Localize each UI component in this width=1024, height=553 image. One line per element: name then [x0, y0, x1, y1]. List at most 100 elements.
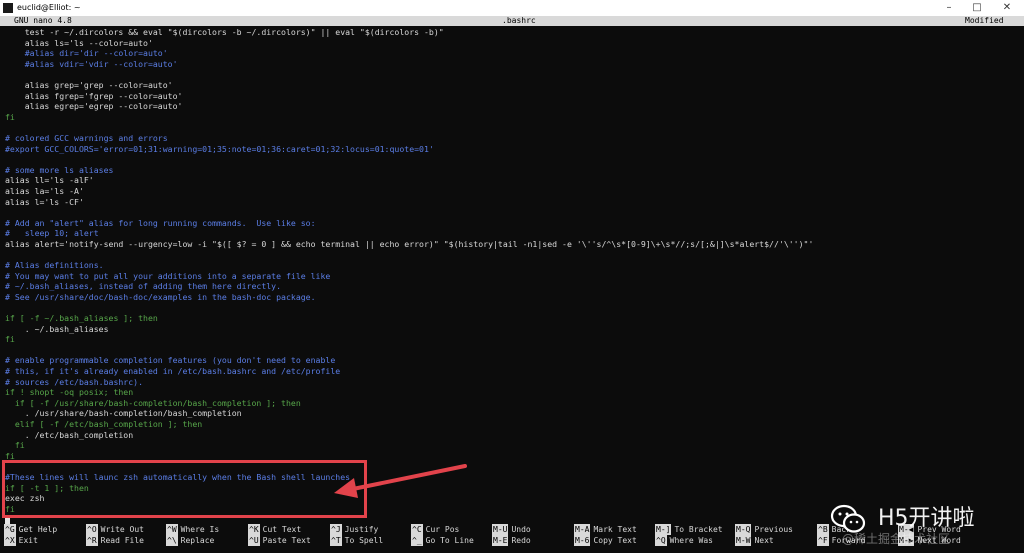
shortcut-item[interactable]: ^G Get Help ^X Exit [4, 524, 57, 546]
shortcut-key: ^K [248, 524, 260, 535]
shortcut-label: Cur Pos [425, 525, 460, 534]
shortcut-label: Copy Text [593, 536, 637, 545]
shortcut-label: Cut Text [262, 525, 302, 534]
code-line: if [ -f ~/.bash_aliases ]; then [5, 313, 158, 324]
editor-text-area[interactable]: test -r ~/.dircolors && eval "$(dircolor… [5, 27, 1020, 525]
code-line: # You may want to put all your additions… [5, 270, 331, 281]
shortcut-label: To Spell [344, 536, 384, 545]
shortcut-key: M-W [735, 535, 752, 546]
window-titlebar[interactable]: euclid@Elliot: ~ – □ ✕ [0, 0, 1024, 16]
code-line: alias alert='notify-send --urgency=low -… [5, 238, 814, 249]
code-line: . ~/.bash_aliases [5, 323, 109, 334]
shortcut-key: ^C [411, 524, 423, 535]
watermark-brand: H5开讲啦 [878, 506, 975, 531]
shortcut-label: To Bracket [674, 525, 723, 534]
shortcut-item[interactable]: ^K Cut Text ^U Paste Text [248, 524, 311, 546]
annotation-highlight-box [2, 460, 367, 518]
shortcut-key: M-A [574, 524, 591, 535]
shortcut-item[interactable]: M-] To Bracket ^Q Where Was [655, 524, 723, 546]
shortcut-key: ^X [4, 535, 16, 546]
nano-header: GNU nano 4.8 .bashrc Modified [0, 16, 1024, 26]
shortcut-key: ^B [817, 524, 829, 535]
shortcut-key: ^G [4, 524, 16, 535]
code-line: # colored GCC warnings and errors [5, 132, 168, 143]
close-icon[interactable]: ✕ [992, 0, 1022, 16]
shortcut-item[interactable]: ^C Cur Pos ^_ Go To Line [411, 524, 474, 546]
shortcut-label: Paste Text [262, 536, 311, 545]
code-line: # sources /etc/bash.bashrc). [5, 376, 144, 387]
shortcut-label: Go To Line [425, 536, 474, 545]
code-line: # some more ls aliases [5, 164, 114, 175]
minimize-icon[interactable]: – [934, 0, 964, 16]
shortcut-key: M-U [492, 524, 509, 535]
code-line: if ! shopt -oq posix; then [5, 387, 134, 398]
code-line: # this, if it's already enabled in /etc/… [5, 366, 341, 376]
code-line: #alias vdir='vdir --color=auto' [5, 58, 178, 69]
shortcut-key: M-6 [574, 535, 591, 546]
code-line: # Add an "alert" alias for long running … [5, 217, 316, 228]
window-title: euclid@Elliot: ~ [17, 3, 81, 12]
shortcut-item[interactable]: M-U Undo M-E Redo [492, 524, 531, 546]
shortcut-label: Next [754, 536, 774, 545]
code-line: # Alias definitions. [5, 260, 104, 271]
code-line: #alias dir='dir --color=auto' [5, 48, 168, 59]
shortcut-key: ^J [330, 524, 342, 535]
code-line: fi [5, 334, 15, 345]
shortcut-item[interactable]: ^W Where Is ^\ Replace [166, 524, 219, 546]
terminal-icon [3, 3, 13, 13]
shortcut-key: ^Q [655, 535, 667, 546]
shortcut-label: Write Out [100, 525, 144, 534]
shortcut-label: Previous [754, 525, 793, 534]
code-line: #export GCC_COLORS='error=01;31:warning=… [5, 143, 434, 154]
shortcut-key: ^R [86, 535, 98, 546]
code-line: alias la='ls -A' [5, 185, 84, 196]
shortcut-item[interactable]: M-A Mark Text M-6 Copy Text [574, 524, 637, 546]
shortcut-label: Get Help [18, 525, 58, 534]
shortcut-key: ^W [166, 524, 178, 535]
code-line: fi [5, 111, 15, 122]
shortcut-label: Exit [18, 536, 38, 545]
shortcut-key: ^U [248, 535, 260, 546]
shortcut-label: Undo [511, 525, 531, 534]
code-line: alias l='ls -CF' [5, 196, 84, 207]
shortcut-label: Mark Text [593, 525, 637, 534]
maximize-icon[interactable]: □ [962, 0, 992, 16]
code-line: alias fgrep='fgrep --color=auto' [5, 90, 183, 101]
shortcut-key: ^\ [166, 535, 178, 546]
shortcut-item[interactable]: ^J Justify ^T To Spell [330, 524, 383, 546]
shortcut-item[interactable]: M-Q Previous M-W Next [735, 524, 793, 546]
shortcut-key: M-] [655, 524, 672, 535]
shortcut-label: Justify [344, 525, 379, 534]
shortcut-key: M-E [492, 535, 509, 546]
shortcut-key: ^F [817, 535, 829, 546]
code-line: # sleep 10; alert [5, 228, 99, 239]
code-line: alias egrep='egrep --color=auto' [5, 101, 183, 112]
code-line: elif [ -f /etc/bash_completion ]; then [5, 418, 203, 429]
code-line: # enable programmable completion feature… [5, 355, 336, 366]
modified-status: Modified [965, 16, 1004, 25]
annotation-arrow-icon [334, 464, 467, 498]
code-line: . /etc/bash_completion [5, 429, 134, 440]
watermark: H5开讲啦 @稀土掘金技术社区 [830, 500, 1020, 550]
code-line: alias grep='grep --color=auto' [5, 79, 173, 90]
code-line: # ~/.bash_aliases, instead of adding the… [5, 281, 282, 292]
shortcut-item[interactable]: ^O Write Out ^R Read File [86, 524, 144, 546]
shortcut-label: Where Was [669, 536, 713, 545]
file-name: .bashrc [502, 16, 536, 25]
code-line: . /usr/share/bash-completion/bash_comple… [5, 408, 242, 419]
code-line: alias ls='ls --color=auto' [5, 37, 153, 48]
shortcut-label: Redo [511, 536, 531, 545]
shortcut-label: Where Is [180, 525, 220, 534]
code-line: # See /usr/share/doc/bash-doc/examples i… [5, 291, 316, 302]
shortcut-key: ^_ [411, 535, 423, 546]
shortcut-label: Replace [180, 536, 215, 545]
shortcut-key: ^O [86, 524, 98, 535]
code-line: test -r ~/.dircolors && eval "$(dircolor… [5, 27, 444, 37]
code-line: if [ -f /usr/share/bash-completion/bash_… [5, 397, 301, 408]
